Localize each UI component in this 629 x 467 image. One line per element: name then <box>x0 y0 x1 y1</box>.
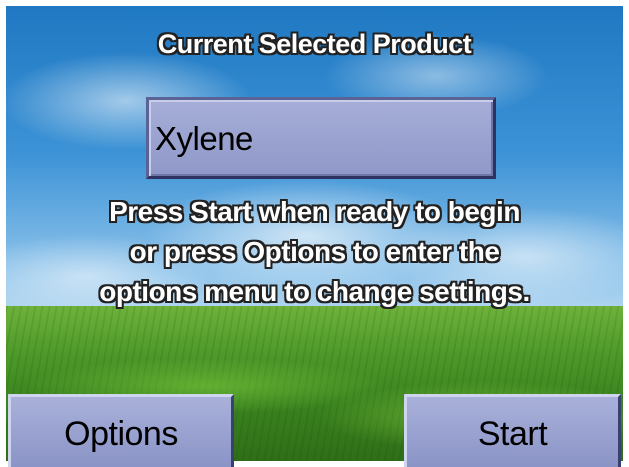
product-selection-screen: Current Selected Product Xylene Press St… <box>0 0 629 467</box>
instruction-line-2: or press Options to enter the <box>129 236 500 267</box>
instruction-line-3: options menu to change settings. <box>99 276 530 307</box>
instruction-line-1: Press Start when ready to begin <box>109 196 520 227</box>
options-button[interactable]: Options <box>8 394 234 467</box>
selected-product-display: Xylene <box>146 97 496 179</box>
start-button[interactable]: Start <box>404 394 621 467</box>
screen-title: Current Selected Product <box>157 29 472 59</box>
selected-product-value: Xylene <box>155 120 253 157</box>
instruction-message: Press Start when ready to begin or press… <box>0 192 629 312</box>
